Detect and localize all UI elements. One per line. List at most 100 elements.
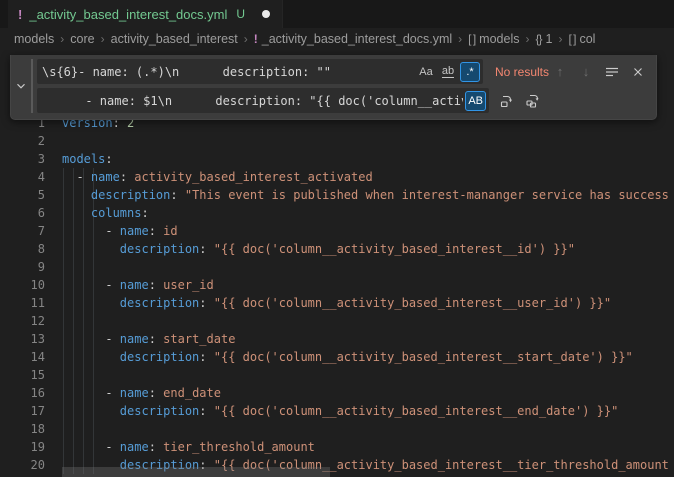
line-number: 4: [0, 168, 45, 186]
match-case-button[interactable]: Aa: [416, 62, 436, 82]
symbol-object-icon: {}: [535, 32, 541, 46]
code-line[interactable]: 2: [0, 132, 674, 150]
code-line-content: - name: tier_threshold_amount: [62, 438, 315, 456]
breadcrumb-label: col: [579, 32, 595, 46]
code-line-content: - name: user_id: [62, 276, 214, 294]
code-line-content: description: "This event is published wh…: [62, 186, 669, 204]
replace-row: - name: $1\n description: "{{ doc('colum…: [37, 88, 652, 113]
code-line[interactable]: 4 - name: activity_based_interest_activa…: [0, 168, 674, 186]
breadcrumb-label: 1: [545, 32, 552, 46]
code-line[interactable]: 16 - name: end_date: [0, 384, 674, 402]
breadcrumb-separator: ›: [525, 32, 529, 46]
code-line[interactable]: 10 - name: user_id: [0, 276, 674, 294]
code-line-content: - name: activity_based_interest_activate…: [62, 168, 373, 186]
code-line-content: - name: end_date: [62, 384, 221, 402]
code-line[interactable]: 6 columns:: [0, 204, 674, 222]
line-number: 13: [0, 330, 45, 348]
yaml-warning-icon: !: [254, 32, 258, 46]
breadcrumb-item[interactable]: {} 1: [535, 32, 552, 46]
preserve-case-button[interactable]: AB: [465, 91, 486, 111]
line-number: 7: [0, 222, 45, 240]
line-number: 8: [0, 240, 45, 258]
line-number: 19: [0, 438, 45, 456]
line-number: 10: [0, 276, 45, 294]
code-line[interactable]: 17 description: "{{ doc('column__activit…: [0, 402, 674, 420]
line-number: 18: [0, 420, 45, 438]
find-status: No results: [495, 65, 549, 79]
replace-icon: [499, 93, 515, 109]
breadcrumb-item[interactable]: core: [70, 32, 94, 46]
find-input[interactable]: \s{6}- name: (.*)\n description: "" Aa a…: [37, 59, 483, 84]
code-line[interactable]: 19 - name: tier_threshold_amount: [0, 438, 674, 456]
line-number: 3: [0, 150, 45, 168]
find-previous-button[interactable]: ↑: [550, 62, 570, 82]
code-editor[interactable]: 1version: 223models:4 - name: activity_b…: [0, 50, 674, 477]
breadcrumb-separator: ›: [244, 32, 248, 46]
code-line-content: description: "{{ doc('column__activity_b…: [62, 240, 575, 258]
breadcrumb-item[interactable]: [ ] models: [468, 32, 519, 46]
code-line[interactable]: 14 description: "{{ doc('column__activit…: [0, 348, 674, 366]
breadcrumb-item[interactable]: models: [14, 32, 54, 46]
close-icon: [631, 65, 645, 79]
code-line-content: - name: id: [62, 222, 178, 240]
code-line-content: description: "{{ doc('column__activity_b…: [62, 348, 633, 366]
breadcrumb-label: models: [14, 32, 54, 46]
regex-button[interactable]: .*: [460, 62, 480, 82]
breadcrumb-item[interactable]: ! _activity_based_interest_docs.yml: [254, 32, 452, 46]
yaml-file-icon: !: [18, 7, 22, 22]
replace-all-icon: [525, 93, 541, 109]
line-number: 20: [0, 456, 45, 474]
code-line[interactable]: 8 description: "{{ doc('column__activity…: [0, 240, 674, 258]
tab-active-file[interactable]: ! _activity_based_interest_docs.yml U: [8, 0, 283, 28]
tab-title: _activity_based_interest_docs.yml: [29, 7, 227, 22]
line-number: 16: [0, 384, 45, 402]
line-number: 12: [0, 312, 45, 330]
close-find-widget-button[interactable]: [628, 62, 648, 82]
code-line-content: models:: [62, 150, 113, 168]
code-line[interactable]: 5 description: "This event is published …: [0, 186, 674, 204]
replace-input[interactable]: - name: $1\n description: "{{ doc('colum…: [37, 88, 489, 113]
breadcrumb-item[interactable]: [ ] col: [568, 32, 595, 46]
symbol-array-icon: [ ]: [468, 32, 475, 46]
whole-word-button[interactable]: ab: [438, 62, 458, 82]
line-number: 17: [0, 402, 45, 420]
code-line[interactable]: 7 - name: id: [0, 222, 674, 240]
code-line-content: description: "{{ doc('column__activity_b…: [62, 402, 618, 420]
find-in-selection-button[interactable]: [602, 62, 622, 82]
symbol-array-icon: [ ]: [568, 32, 575, 46]
breadcrumb-label: models: [479, 32, 519, 46]
line-number: 11: [0, 294, 45, 312]
line-number: 14: [0, 348, 45, 366]
code-line-content: description: "{{ doc('column__activity_b…: [62, 294, 611, 312]
code-area[interactable]: 1version: 223models:4 - name: activity_b…: [0, 114, 674, 474]
toggle-replace-button[interactable]: [11, 59, 31, 113]
chevron-down-icon: [14, 79, 28, 93]
horizontal-scrollbar[interactable]: [62, 467, 330, 477]
line-number: 2: [0, 132, 45, 150]
find-next-button[interactable]: ↓: [576, 62, 596, 82]
unsaved-changes-dot-icon[interactable]: [262, 10, 270, 18]
breadcrumb: models › core › activity_based_interest …: [0, 28, 674, 50]
code-line[interactable]: 12: [0, 312, 674, 330]
breadcrumb-label: core: [70, 32, 94, 46]
code-line-content: columns:: [62, 204, 149, 222]
find-row: \s{6}- name: (.*)\n description: "" Aa a…: [37, 59, 652, 84]
code-line-content: - name: start_date: [62, 330, 235, 348]
find-replace-widget: \s{6}- name: (.*)\n description: "" Aa a…: [10, 55, 657, 120]
breadcrumb-separator: ›: [558, 32, 562, 46]
code-line[interactable]: 18: [0, 420, 674, 438]
breadcrumb-separator: ›: [101, 32, 105, 46]
replace-all-button[interactable]: [523, 91, 543, 111]
code-line[interactable]: 3 models:: [0, 150, 674, 168]
breadcrumb-label: activity_based_interest: [111, 32, 238, 46]
code-line[interactable]: 13 - name: start_date: [0, 330, 674, 348]
breadcrumb-separator: ›: [60, 32, 64, 46]
tab-bar: ! _activity_based_interest_docs.yml U: [0, 0, 674, 28]
code-line[interactable]: 11 description: "{{ doc('column__activit…: [0, 294, 674, 312]
breadcrumb-item[interactable]: activity_based_interest: [111, 32, 238, 46]
replace-value-text: - name: $1\n description: "{{ doc('colum…: [42, 94, 463, 108]
code-line[interactable]: 15: [0, 366, 674, 384]
code-line[interactable]: 9: [0, 258, 674, 276]
replace-button[interactable]: [497, 91, 517, 111]
git-untracked-badge: U: [236, 7, 245, 21]
